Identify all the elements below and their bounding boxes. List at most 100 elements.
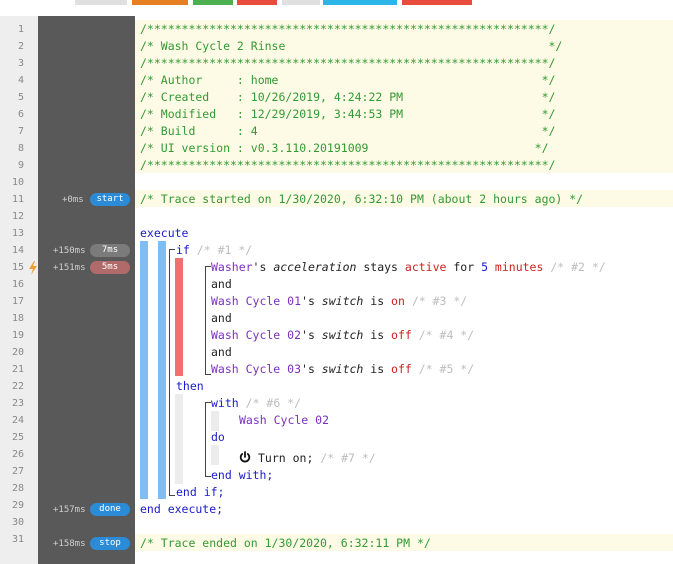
line-number: 31	[11, 534, 24, 545]
condition-3-operator: is	[363, 328, 392, 342]
line-number: 16	[11, 279, 24, 290]
toolbar-button-4[interactable]	[237, 0, 277, 5]
power-icon	[239, 448, 251, 463]
done-badge: done	[90, 503, 130, 516]
condition-4-comment: /* #5 */	[418, 362, 475, 376]
toolbar-button-6[interactable]	[323, 0, 397, 5]
condition-2-operator: is	[363, 294, 392, 308]
condition-1-device: Washer	[211, 260, 253, 274]
line-number: 23	[11, 398, 24, 409]
stop-time: +158ms	[53, 539, 86, 549]
condition-1-value: active	[404, 260, 447, 274]
line-number: 8	[17, 143, 24, 154]
if-bar	[158, 241, 166, 499]
trace-start-time: +0ms	[62, 195, 84, 205]
action-comment: /* #7 */	[320, 451, 376, 465]
with-bracket	[205, 402, 206, 476]
line-number: 29	[11, 500, 24, 511]
condition-1-unit: minutes	[488, 260, 544, 274]
then-keyword[interactable]: then	[176, 378, 204, 395]
condition-duration-badge: 5ms	[90, 261, 130, 274]
line-number: 7	[17, 126, 24, 137]
with-comment: /* #6 */	[245, 396, 302, 410]
end-if-keyword[interactable]: end if;	[176, 484, 224, 501]
line-number: 18	[11, 313, 24, 324]
toolbar-button-7[interactable]	[402, 0, 472, 5]
condition-4[interactable]: Wash Cycle 03's switch is off /* #5 */	[211, 361, 474, 378]
line-number: 27	[11, 466, 24, 477]
if-comment: /* #1 */	[196, 243, 253, 257]
header-title: /* Wash Cycle 2 Rinse */	[140, 39, 563, 53]
line-number: 30	[11, 517, 24, 528]
line-number: 5	[17, 92, 24, 103]
line-number: 6	[17, 109, 24, 120]
do-keyword[interactable]: do	[211, 429, 225, 446]
header-author: /* Author : home */	[140, 73, 556, 87]
condition-1-duration: 5	[481, 260, 488, 274]
toolbar-button-5[interactable]	[282, 0, 320, 5]
condition-3-comment: /* #4 */	[418, 328, 475, 342]
with-keyword: with	[211, 396, 239, 410]
then-bar	[175, 394, 183, 484]
line-number: 24	[11, 415, 24, 426]
condition-3-possessive: 's	[301, 328, 322, 342]
if-time: +150ms	[53, 246, 86, 256]
line-number: 12	[11, 211, 24, 222]
condition-2-device: Wash Cycle 01	[211, 294, 302, 308]
header-border-top: /***************************************…	[140, 22, 556, 36]
line-number: 15	[11, 262, 24, 273]
with-statement[interactable]: with /* #6 */	[211, 395, 301, 412]
condition-bar	[175, 258, 183, 376]
trace-timing-column	[38, 16, 135, 564]
line-number: 2	[17, 41, 24, 52]
toolbar-button-2[interactable]	[132, 0, 188, 5]
condition-4-device: Wash Cycle 03	[211, 362, 302, 376]
condition-1-for: for	[446, 260, 482, 274]
line-number: 20	[11, 347, 24, 358]
line-number: 21	[11, 364, 24, 375]
if-statement[interactable]: if /* #1 */	[176, 242, 252, 259]
line-number: 10	[11, 177, 24, 188]
and-operator-2: and	[211, 311, 232, 325]
with-bar	[211, 411, 219, 431]
toolbar	[0, 0, 673, 6]
line-number: 4	[17, 75, 24, 86]
condition-4-operator: is	[363, 362, 392, 376]
with-device[interactable]: Wash Cycle 02	[239, 412, 329, 429]
condition-1-attribute: acceleration	[273, 260, 357, 274]
condition-4-possessive: 's	[301, 362, 322, 376]
condition-3[interactable]: Wash Cycle 02's switch is off /* #4 */	[211, 327, 474, 344]
condition-2-possessive: 's	[301, 294, 322, 308]
header-ui-version: /* UI version : v0.3.110.20191009 */	[140, 141, 549, 155]
if-keyword: if	[176, 243, 190, 257]
condition-3-value: off	[391, 328, 412, 342]
start-badge: start	[90, 193, 130, 206]
header-border-bottom: /***************************************…	[140, 158, 556, 172]
end-with-keyword[interactable]: end with;	[211, 467, 273, 484]
condition-2[interactable]: Wash Cycle 01's switch is on /* #3 */	[211, 293, 467, 310]
line-number: 17	[11, 296, 24, 307]
line-number: 22	[11, 381, 24, 392]
action-statement[interactable]: Turn on; /* #7 */	[258, 450, 376, 467]
line-number: 11	[11, 194, 24, 205]
condition-4-attribute: switch	[321, 362, 364, 376]
header-created: /* Created : 10/26/2019, 4:24:22 PM */	[140, 90, 556, 104]
if-bracket	[169, 249, 170, 495]
condition-2-attribute: switch	[321, 294, 364, 308]
header-modified: /* Modified : 12/29/2019, 3:44:53 PM */	[140, 107, 556, 121]
action-text: Turn on;	[258, 451, 314, 465]
toolbar-button-3[interactable]	[193, 0, 233, 5]
stop-badge: stop	[90, 537, 130, 550]
done-time: +157ms	[53, 505, 86, 515]
end-execute-keyword[interactable]: end execute;	[140, 501, 223, 518]
line-number: 26	[11, 449, 24, 460]
condition-bracket	[205, 266, 206, 374]
header-build: /* Build : 4 */	[140, 124, 556, 138]
header-border: /***************************************…	[140, 56, 556, 70]
trace-start-comment: /* Trace started on 1/30/2020, 6:32:10 P…	[140, 192, 584, 206]
condition-1[interactable]: Washer's acceleration stays active for 5…	[211, 259, 606, 276]
toolbar-button-1[interactable]	[75, 0, 127, 5]
condition-4-value: off	[391, 362, 412, 376]
execute-bar	[140, 241, 148, 499]
execute-keyword[interactable]: execute	[140, 225, 188, 242]
